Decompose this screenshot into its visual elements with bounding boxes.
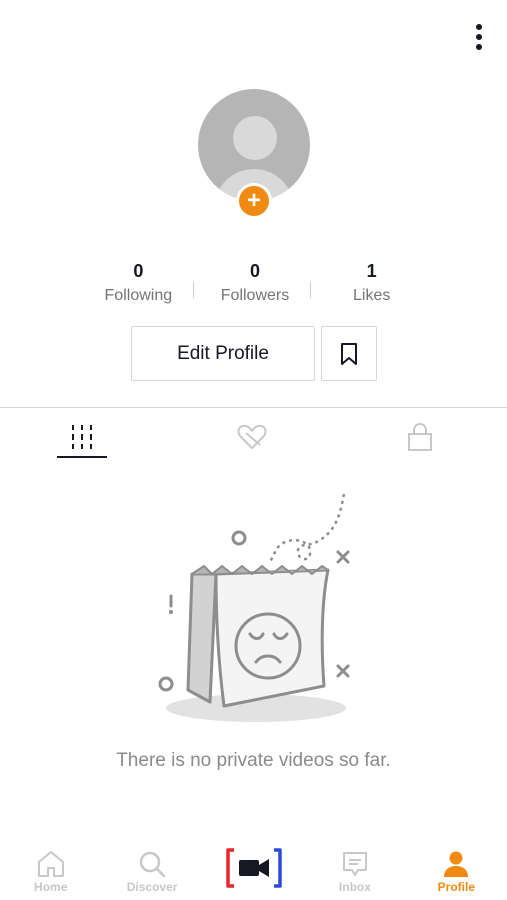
stat-value: 0 [250, 261, 261, 281]
nav-label: Inbox [338, 880, 371, 894]
inbox-icon [342, 852, 367, 876]
nav-label: Profile [437, 880, 475, 894]
avatar-head-shape [233, 116, 277, 160]
record-video-icon [225, 848, 282, 888]
nav-label: Discover [126, 880, 178, 894]
favorites-button[interactable] [321, 326, 377, 381]
profile-stats: 0 Following 0 Followers 1 Likes [80, 260, 430, 310]
bookmark-icon [341, 342, 357, 365]
stat-following[interactable]: 0 Following [80, 260, 197, 310]
liked-heart-icon [237, 424, 267, 449]
stat-value: 0 [133, 261, 144, 281]
nav-discover[interactable]: Discover [101, 840, 202, 900]
stat-followers[interactable]: 0 Followers [197, 260, 314, 310]
more-dot-icon [476, 24, 482, 30]
nav-record[interactable] [203, 840, 304, 900]
empty-state-message: There is no private videos so far. [116, 750, 391, 771]
stat-divider [310, 282, 311, 298]
more-dot-icon [476, 44, 482, 50]
stat-divider [193, 282, 194, 298]
stat-likes[interactable]: 1 Likes [313, 260, 430, 310]
avatar-container: + [198, 89, 310, 219]
add-photo-button[interactable]: + [236, 183, 272, 219]
nav-label: Home [34, 880, 68, 894]
stat-label: Followers [220, 287, 290, 304]
nav-profile[interactable]: Profile [406, 840, 507, 900]
active-tab-indicator [57, 456, 107, 458]
home-icon [37, 851, 64, 877]
tab-private[interactable] [390, 415, 450, 459]
plus-icon: + [239, 186, 269, 216]
tab-videos[interactable] [52, 415, 112, 459]
stat-label: Likes [353, 287, 391, 304]
more-options-button[interactable] [469, 22, 489, 52]
profile-icon [444, 851, 469, 877]
grid-icon [72, 425, 92, 449]
more-dot-icon [476, 34, 482, 40]
empty-bag-illustration [158, 493, 350, 722]
edit-profile-button[interactable]: Edit Profile [131, 326, 315, 381]
stat-label: Following [104, 287, 173, 304]
lock-icon [408, 422, 432, 451]
section-divider [0, 407, 507, 408]
nav-inbox[interactable]: Inbox [304, 840, 405, 900]
nav-home[interactable]: Home [0, 840, 101, 900]
stat-value: 1 [366, 261, 377, 281]
search-icon [139, 851, 166, 878]
bottom-nav: Home Discover Inbox Profile [0, 840, 507, 900]
tab-liked[interactable] [222, 415, 282, 459]
